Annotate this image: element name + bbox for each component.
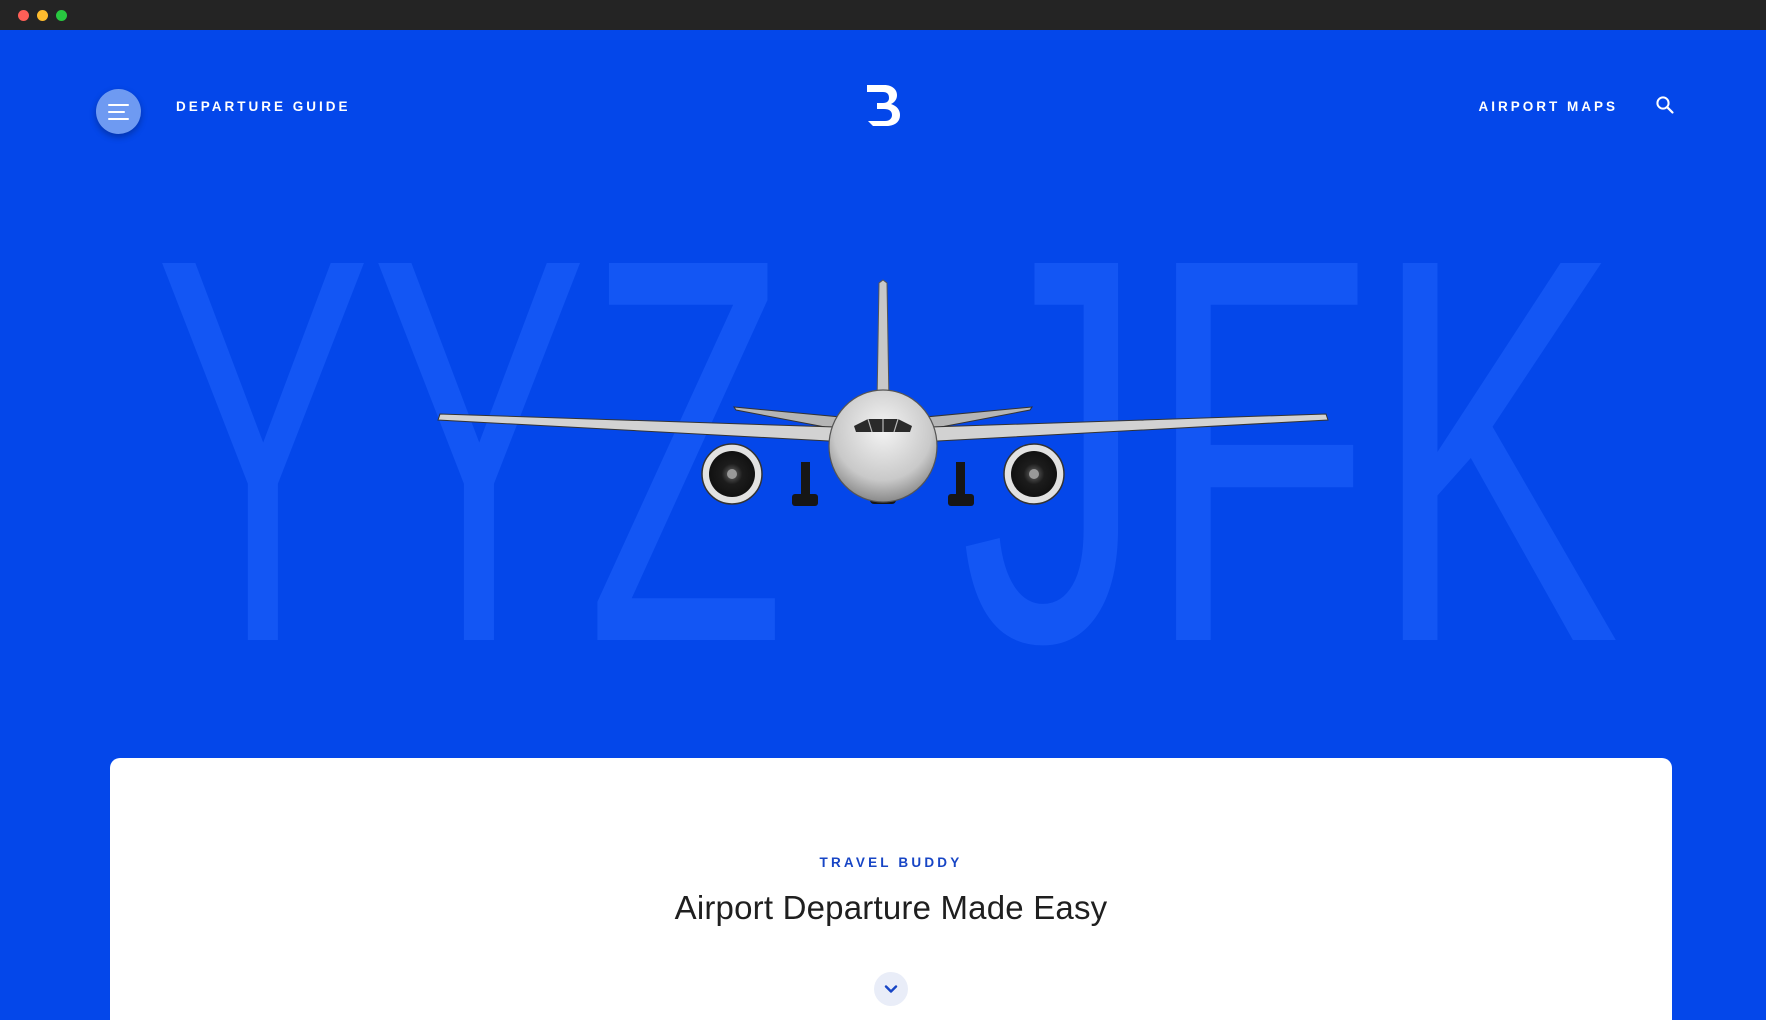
- search-icon[interactable]: [1655, 95, 1675, 115]
- eyebrow-label: TRAVEL BUDDY: [819, 855, 963, 870]
- nav-departure-guide[interactable]: DEPARTURE GUIDE: [176, 98, 351, 116]
- menu-button[interactable]: [96, 89, 141, 134]
- chevron-down-icon: [884, 985, 898, 993]
- airplane-image: [437, 279, 1329, 506]
- brand-logo[interactable]: [864, 82, 902, 128]
- maximize-window-button[interactable]: [56, 10, 67, 21]
- page-headline: Airport Departure Made Easy: [674, 889, 1108, 926]
- scroll-down-button[interactable]: [874, 972, 908, 1006]
- hamburger-icon: [108, 103, 129, 106]
- page: YYZ JFK DEPARTURE GUIDE AIRPORT MAPS TRA…: [0, 30, 1766, 1020]
- minimize-window-button[interactable]: [37, 10, 48, 21]
- intro-card: TRAVEL BUDDY Airport Departure Made Easy: [110, 758, 1672, 1020]
- window-titlebar: [0, 0, 1766, 30]
- nav-airport-maps[interactable]: AIRPORT MAPS: [1478, 98, 1618, 116]
- close-window-button[interactable]: [18, 10, 29, 21]
